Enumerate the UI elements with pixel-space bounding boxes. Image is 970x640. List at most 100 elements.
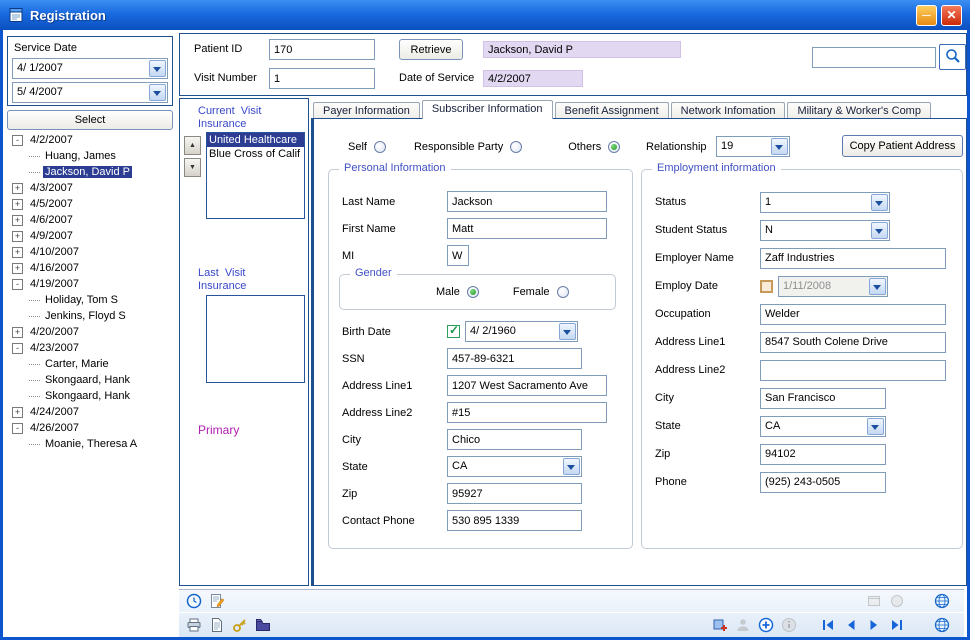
current-insurance-list[interactable]: United HealthcareBlue Cross of Calif [206,132,305,219]
tree-patient-node[interactable]: Skongaard, Hank [9,388,173,404]
tree-patient-node[interactable]: Skongaard, Hank [9,372,173,388]
birth-date-combo[interactable]: 4/ 2/1960 [465,321,578,342]
tree-date-node[interactable]: -4/23/2007 [9,340,173,356]
tree-node-label[interactable]: 4/26/2007 [28,422,81,434]
address2-input[interactable]: #15 [447,402,607,423]
tree-date-node[interactable]: +4/20/2007 [9,324,173,340]
retrieve-button[interactable]: Retrieve [399,39,463,60]
expand-icon[interactable]: + [12,231,23,242]
expand-icon[interactable]: + [12,199,23,210]
birth-date-checkbox[interactable]: ✓ [447,325,460,338]
tab-payer-information[interactable]: Payer Information [313,102,420,119]
tree-node-label[interactable]: 4/16/2007 [28,262,81,274]
city-input[interactable]: Chico [447,429,582,450]
nav-last-icon[interactable] [888,617,906,633]
minimize-button[interactable]: ─ [916,5,937,26]
state-combo[interactable]: CA [447,456,582,477]
tree-date-node[interactable]: +4/16/2007 [9,260,173,276]
emp-address1-input[interactable]: 8547 South Colene Drive [760,332,946,353]
nav-first-icon[interactable] [819,617,837,633]
tree-patient-node[interactable]: Jackson, David P [9,164,173,180]
relation-option-responsible-party[interactable]: Responsible Party [414,141,522,153]
emp-address2-input[interactable] [760,360,946,381]
chevron-down-icon[interactable] [867,418,884,435]
move-up-button[interactable]: ▲ [184,136,201,155]
tree-node-label[interactable]: Jackson, David P [43,166,132,178]
folder-icon[interactable] [254,617,272,633]
print-icon[interactable] [185,617,203,633]
relationship-combo[interactable]: 19 [716,136,790,157]
tree-date-node[interactable]: +4/5/2007 [9,196,173,212]
tab-military-worker-s-comp[interactable]: Military & Worker's Comp [787,102,931,119]
key-help-icon[interactable] [231,617,249,633]
first-name-input[interactable]: Matt [447,218,607,239]
collapse-icon[interactable]: - [12,423,23,434]
last-name-input[interactable]: Jackson [447,191,607,212]
chevron-down-icon[interactable] [149,60,166,77]
edit-form-icon[interactable] [208,593,226,609]
tree-node-label[interactable]: Moanie, Theresa A [43,438,139,450]
expand-icon[interactable]: + [12,247,23,258]
tree-date-node[interactable]: +4/3/2007 [9,180,173,196]
title-bar[interactable]: Registration ─ ✕ [0,0,970,30]
employ-date-combo[interactable]: 1/11/2008 [778,276,888,297]
chevron-down-icon[interactable] [559,323,576,340]
close-button[interactable]: ✕ [941,5,962,26]
tree-date-node[interactable]: +4/9/2007 [9,228,173,244]
network-icon-2[interactable] [933,617,951,633]
relation-option-self[interactable]: Self [348,141,386,153]
insurance-list-item[interactable]: United Healthcare [207,133,304,147]
collapse-icon[interactable]: - [12,343,23,354]
tree-node-label[interactable]: 4/6/2007 [28,214,75,226]
tab-benefit-assignment[interactable]: Benefit Assignment [555,102,669,119]
tree-patient-node[interactable]: Huang, James [9,148,173,164]
tree-date-node[interactable]: -4/26/2007 [9,420,173,436]
employ-date-checkbox[interactable]: ✓ [760,280,773,293]
insurance-list-item[interactable]: Blue Cross of Calif [207,147,304,161]
tree-date-node[interactable]: +4/6/2007 [9,212,173,228]
tab-subscriber-information[interactable]: Subscriber Information [422,100,553,119]
tree-node-label[interactable]: 4/19/2007 [28,278,81,290]
chevron-down-icon[interactable] [871,222,888,239]
status-combo[interactable]: 1 [760,192,890,213]
collapse-icon[interactable]: - [12,135,23,146]
tree-node-label[interactable]: Huang, James [43,150,118,162]
tree-patient-node[interactable]: Moanie, Theresa A [9,436,173,452]
ssn-input[interactable]: 457-89-6321 [447,348,582,369]
emp-city-input[interactable]: San Francisco [760,388,886,409]
tree-date-node[interactable]: -4/19/2007 [9,276,173,292]
service-date-to-combo[interactable]: 5/ 4/2007 [12,82,168,103]
chevron-down-icon[interactable] [149,84,166,101]
radio-icon[interactable] [374,141,386,153]
tree-patient-node[interactable]: Carter, Marie [9,356,173,372]
tree-node-label[interactable]: 4/5/2007 [28,198,75,210]
tree-node-label[interactable]: 4/23/2007 [28,342,81,354]
tree-node-label[interactable]: 4/20/2007 [28,326,81,338]
chevron-down-icon[interactable] [563,458,580,475]
patient-id-input[interactable]: 170 [269,39,375,60]
zip-input[interactable]: 95927 [447,483,582,504]
tree-patient-node[interactable]: Jenkins, Floyd S [9,308,173,324]
search-button[interactable] [939,44,966,70]
radio-icon[interactable] [608,141,620,153]
occupation-input[interactable]: Welder [760,304,946,325]
tree-node-label[interactable]: 4/9/2007 [28,230,75,242]
network-icon[interactable] [933,593,951,609]
emp-phone-input[interactable]: (925) 243-0505 [760,472,886,493]
select-button[interactable]: Select [7,110,173,130]
employer-name-input[interactable]: Zaff Industries [760,248,946,269]
tree-patient-node[interactable]: Holiday, Tom S [9,292,173,308]
copy-patient-address-button[interactable]: Copy Patient Address [842,135,963,157]
tree-node-label[interactable]: 4/3/2007 [28,182,75,194]
tree-node-label[interactable]: 4/24/2007 [28,406,81,418]
chevron-down-icon[interactable] [871,194,888,211]
emp-state-combo[interactable]: CA [760,416,886,437]
move-down-button[interactable]: ▼ [184,158,201,177]
tab-network-infomation[interactable]: Network Infomation [671,102,786,119]
mi-input[interactable]: W [447,245,469,266]
male-radio-icon[interactable] [467,286,479,298]
tree-node-label[interactable]: Skongaard, Hank [43,374,132,386]
expand-icon[interactable]: + [12,183,23,194]
tree-node-label[interactable]: Skongaard, Hank [43,390,132,402]
student-status-combo[interactable]: N [760,220,890,241]
